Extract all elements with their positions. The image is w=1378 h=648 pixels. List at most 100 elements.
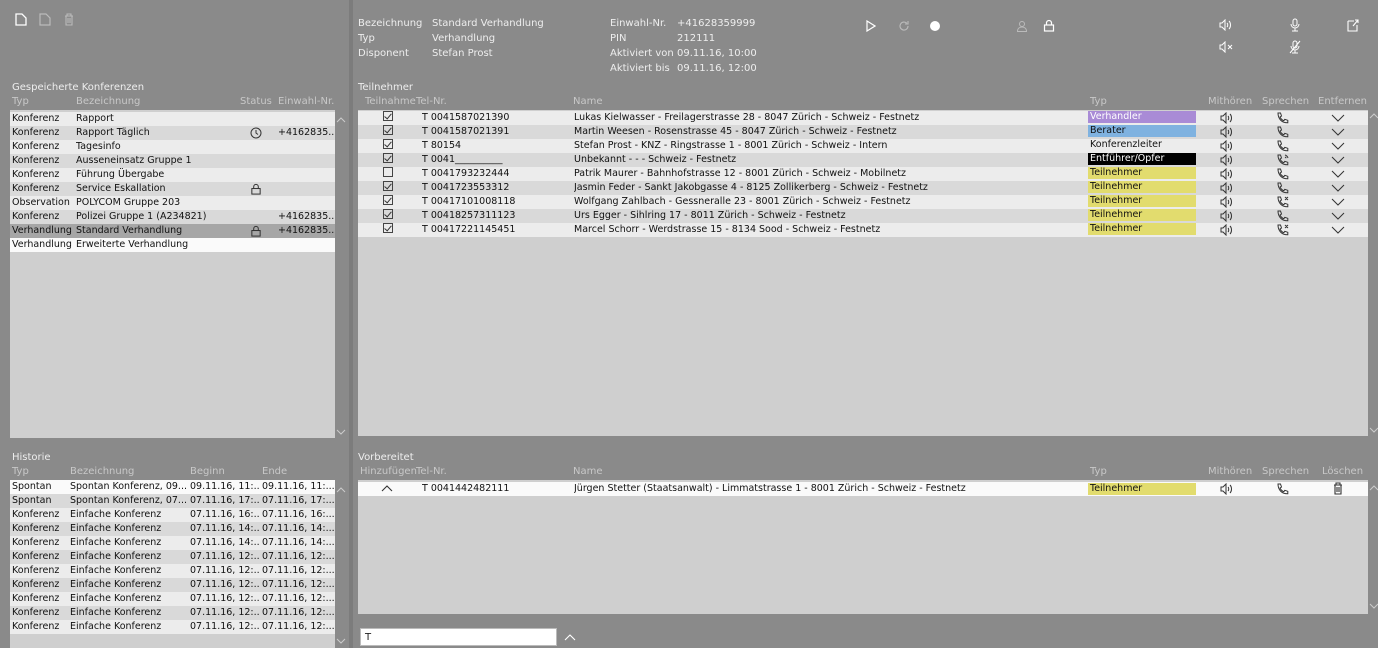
participant-row[interactable]: T 0041__________ Unbekannt - - - Schweiz … [358, 153, 1368, 167]
saved-conference-row[interactable]: Verhandlung Standard Verhandlung +4162835.… [10, 224, 335, 238]
microphone-icon[interactable] [1288, 17, 1302, 33]
participants-header-teilnahme[interactable]: Teilnahme [365, 96, 416, 107]
participation-checkbox[interactable] [383, 111, 393, 121]
saved-conference-row[interactable]: Konferenz Tagesinfo [10, 140, 335, 154]
chevron-down-icon[interactable] [1330, 224, 1346, 236]
participants-header-sprechen[interactable]: Sprechen [1262, 96, 1309, 107]
history-row[interactable]: Konferenz Einfache Konferenz 07.11.16, 12:… [10, 564, 335, 578]
prepared-header-sprechen[interactable]: Sprechen [1262, 466, 1309, 477]
trash-icon[interactable] [62, 12, 76, 26]
participant-typ-badge[interactable]: Teilnehmer [1088, 167, 1196, 179]
collapse-icon[interactable] [380, 482, 396, 496]
history-row[interactable]: Spontan Spontan Konferenz, 07.... 07.11.16… [10, 494, 335, 508]
saved-header-typ[interactable]: Typ [12, 96, 29, 107]
saved-conference-row[interactable]: Konferenz Polizei Gruppe 1 (A234821) +4162… [10, 210, 335, 224]
history-row[interactable]: Spontan Spontan Konferenz, 09.... 09.11.16… [10, 480, 335, 494]
participant-typ-badge[interactable]: Teilnehmer [1088, 181, 1196, 193]
participation-checkbox[interactable] [383, 209, 393, 219]
saved-conference-row[interactable]: Konferenz Ausseneinsatz Gruppe 1 [10, 154, 335, 168]
history-header-typ[interactable]: Typ [12, 466, 29, 477]
participant-typ-badge[interactable]: Konferenzleiter [1088, 139, 1196, 151]
participation-checkbox[interactable] [383, 223, 393, 233]
phone-icon[interactable] [1276, 126, 1290, 138]
phone-icon[interactable] [1276, 483, 1290, 495]
history-row[interactable]: Konferenz Einfache Konferenz 07.11.16, 12:… [10, 606, 335, 620]
participants-header-entfernen[interactable]: Entfernen [1318, 96, 1367, 107]
speaker-mute-icon[interactable] [1218, 40, 1234, 54]
participant-row[interactable]: T 0041587021390 Lukas Kielwasser - Freila… [358, 111, 1368, 125]
participation-checkbox[interactable] [383, 167, 393, 177]
saved-conference-row[interactable]: Konferenz Führung Übergabe [10, 168, 335, 182]
speaker-icon[interactable] [1220, 112, 1234, 124]
speaker-icon[interactable] [1220, 182, 1234, 194]
history-header-beginn[interactable]: Beginn [190, 466, 225, 477]
prepared-header-loeschen[interactable]: Löschen [1322, 466, 1363, 477]
speaker-icon[interactable] [1220, 210, 1234, 222]
new-doc-icon[interactable] [14, 12, 28, 26]
lock-icon[interactable] [1042, 18, 1056, 32]
participant-row[interactable]: T 0041587021391 Martin Weesen - Rosenstra… [358, 125, 1368, 139]
chevron-down-icon[interactable] [1330, 210, 1346, 222]
participant-row[interactable]: T 80154 Stefan Prost - KNZ - Ringstrasse … [358, 139, 1368, 153]
export-doc-icon[interactable] [1346, 18, 1360, 32]
prepared-header-hinzufuegen[interactable]: Hinzufügen [360, 466, 417, 477]
participant-typ-badge[interactable]: Entführer/Opfer [1088, 153, 1196, 165]
saved-header-status[interactable]: Status [240, 96, 272, 107]
participant-row[interactable]: T 0041793232444 Patrik Maurer - Bahnhofst… [358, 167, 1368, 181]
saved-scrollbar[interactable] [335, 110, 346, 438]
person-icon[interactable] [1015, 19, 1029, 33]
participation-checkbox[interactable] [383, 195, 393, 205]
record-icon[interactable] [928, 19, 942, 33]
phone-icon[interactable] [1276, 168, 1290, 180]
participant-row[interactable]: T 00417101008118 Wolfgang Zahlbach - Gess… [358, 195, 1368, 209]
speaker-icon[interactable] [1218, 18, 1234, 32]
prepared-header-name[interactable]: Name [573, 466, 603, 477]
chevron-down-icon[interactable] [1330, 154, 1346, 166]
participant-typ-badge[interactable]: Berater [1088, 125, 1196, 137]
chevron-down-icon[interactable] [1330, 168, 1346, 180]
participation-checkbox[interactable] [383, 125, 393, 135]
phone-icon[interactable] [1276, 210, 1290, 222]
expand-up-icon[interactable] [562, 630, 578, 644]
chevron-down-icon[interactable] [1330, 182, 1346, 194]
prepared-header-tel[interactable]: Tel-Nr. [416, 466, 447, 477]
participant-row[interactable]: T 00417221145451 Marcel Schorr - Werdstra… [358, 223, 1368, 237]
prepared-header-mithoeren[interactable]: Mithören [1208, 466, 1252, 477]
phone-wave-icon[interactable] [1276, 154, 1290, 166]
history-row[interactable]: Konferenz Einfache Konferenz 07.11.16, 14:… [10, 536, 335, 550]
saved-header-einwahl[interactable]: Einwahl-Nr. [278, 96, 334, 107]
chevron-down-icon[interactable] [1330, 126, 1346, 138]
chevron-down-icon[interactable] [1330, 112, 1346, 124]
participants-header-name[interactable]: Name [573, 96, 603, 107]
history-row[interactable]: Konferenz Einfache Konferenz 07.11.16, 12:… [10, 578, 335, 592]
participant-typ-badge[interactable]: Verhandler [1088, 111, 1196, 123]
panel-divider[interactable] [349, 0, 353, 648]
participation-checkbox[interactable] [383, 153, 393, 163]
search-input[interactable]: T [360, 628, 557, 646]
history-header-bezeichnung[interactable]: Bezeichnung [70, 466, 134, 477]
participation-checkbox[interactable] [383, 139, 393, 149]
saved-conference-row[interactable]: Observation POLYCOM Gruppe 203 [10, 196, 335, 210]
chevron-down-icon[interactable] [1330, 140, 1346, 152]
prepared-typ-badge[interactable]: Teilnehmer [1088, 483, 1196, 495]
participant-typ-badge[interactable]: Teilnehmer [1088, 209, 1196, 221]
saved-conference-row[interactable]: Konferenz Rapport [10, 112, 335, 126]
trash-icon[interactable] [1332, 482, 1346, 496]
speaker-icon[interactable] [1220, 168, 1234, 180]
saved-conference-row[interactable]: Verhandlung Erweiterte Verhandlung [10, 238, 335, 252]
saved-conference-row[interactable]: Konferenz Rapport Täglich +4162835... [10, 126, 335, 140]
history-row[interactable]: Konferenz Einfache Konferenz 07.11.16, 12:… [10, 592, 335, 606]
participants-header-mithoeren[interactable]: Mithören [1208, 96, 1252, 107]
prepared-header-typ[interactable]: Typ [1090, 466, 1107, 477]
participation-checkbox[interactable] [383, 181, 393, 191]
history-row[interactable]: Konferenz Einfache Konferenz 07.11.16, 12:… [10, 550, 335, 564]
speaker-icon[interactable] [1220, 196, 1234, 208]
speaker-icon[interactable] [1220, 224, 1234, 236]
participant-row[interactable]: T 0041723553312 Jasmin Feder - Sankt Jako… [358, 181, 1368, 195]
participant-typ-badge[interactable]: Teilnehmer [1088, 195, 1196, 207]
speaker-icon[interactable] [1220, 483, 1234, 495]
phone-icon[interactable] [1276, 112, 1290, 124]
prepared-row[interactable]: T 0041442482111 Jürgen Stetter (Staatsan… [358, 482, 1368, 496]
speaker-icon[interactable] [1220, 140, 1234, 152]
speaker-icon[interactable] [1220, 154, 1234, 166]
